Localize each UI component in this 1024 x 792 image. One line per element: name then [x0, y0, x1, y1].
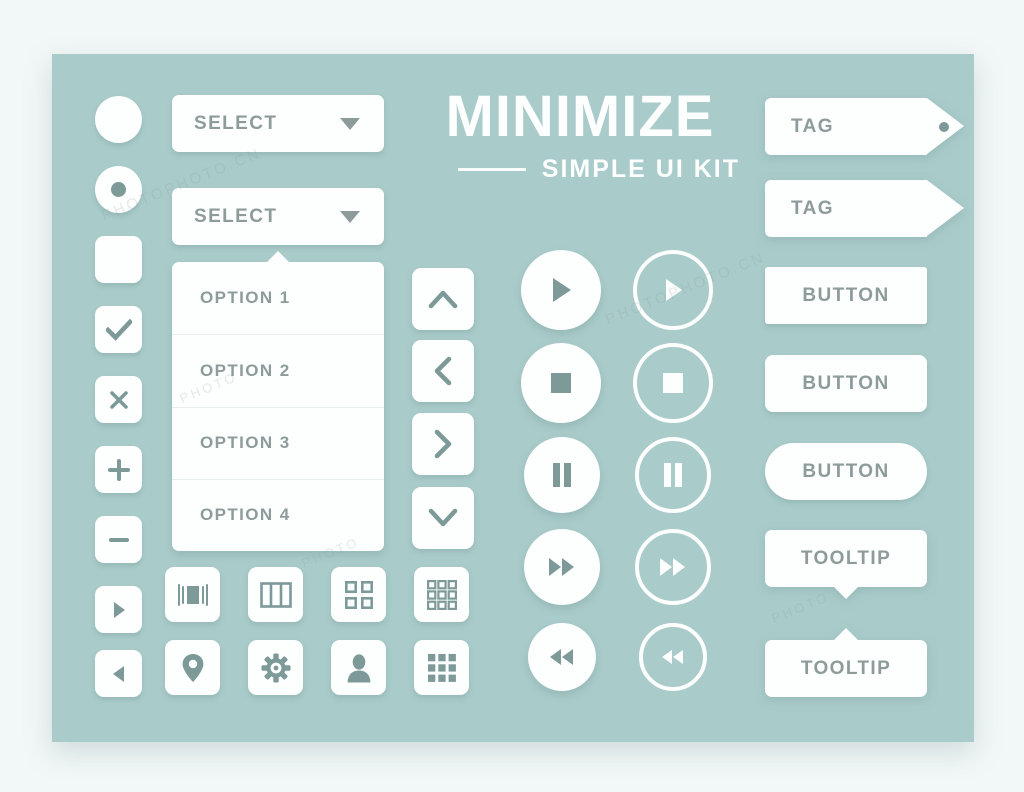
tag-label: TAG [791, 115, 834, 137]
play-icon [666, 279, 682, 301]
close-icon [109, 390, 128, 409]
chevron-left-icon [434, 356, 452, 386]
grid-2x2-icon [344, 580, 373, 609]
dropdown-pointer-icon [266, 251, 290, 263]
chevron-down-icon [340, 210, 360, 223]
chevron-left-button[interactable] [412, 340, 474, 402]
tag-hole-icon [939, 121, 949, 132]
apps-grid-icon [427, 653, 456, 682]
chevron-right-button[interactable] [412, 413, 474, 475]
tag-label: TAG [791, 197, 834, 219]
checkbox-checked[interactable] [95, 306, 142, 353]
select-label: SELECT [194, 112, 278, 134]
select-dropdown-1[interactable]: SELECT [172, 95, 384, 152]
rewind-outline-button[interactable] [639, 623, 707, 691]
select-dropdown-2[interactable]: SELECT [172, 188, 384, 245]
columns-icon [259, 581, 292, 608]
dropdown-option-1[interactable]: OPTION 1 [172, 262, 384, 334]
play-icon [553, 278, 571, 302]
stop-icon [551, 373, 571, 393]
tag-with-hole[interactable]: TAG [765, 98, 964, 155]
button-square[interactable]: BUTTON [765, 267, 927, 324]
apps-button[interactable] [414, 640, 469, 695]
chevron-right-icon [434, 429, 452, 459]
user-icon [347, 653, 370, 682]
plus-button[interactable] [95, 446, 142, 493]
chevron-down-icon [340, 117, 360, 130]
tooltip-tail-up-icon [833, 628, 859, 641]
grid-3x3-button[interactable] [414, 567, 469, 622]
columns-layout-button[interactable] [248, 567, 303, 622]
fast-forward-outline-button[interactable] [635, 529, 711, 605]
previous-button[interactable] [95, 650, 142, 697]
plus-icon [107, 458, 130, 481]
chevron-down-icon [428, 508, 458, 527]
fit-width-icon [177, 583, 208, 606]
checkbox-unchecked[interactable] [95, 236, 142, 283]
gear-icon [261, 653, 290, 682]
minus-button[interactable] [95, 516, 142, 563]
fast-forward-icon [549, 558, 574, 576]
dropdown-option-3[interactable]: OPTION 3 [172, 406, 384, 479]
tooltip-tail-down-icon [833, 586, 859, 599]
tooltip-label: TOOLTIP [800, 657, 892, 679]
page-title: MINIMIZE [445, 84, 715, 149]
button-pill[interactable]: BUTTON [765, 443, 927, 500]
dropdown-option-2[interactable]: OPTION 2 [172, 334, 384, 406]
radio-checked[interactable] [95, 166, 142, 213]
subtitle-block: SIMPLE UI KIT [420, 155, 740, 184]
rewind-icon [662, 650, 683, 664]
page-subtitle: SIMPLE UI KIT [541, 155, 740, 183]
fit-width-button[interactable] [165, 567, 220, 622]
pause-outline-button[interactable] [635, 437, 711, 513]
dropdown-option-4[interactable]: OPTION 4 [172, 478, 384, 551]
minus-icon [108, 537, 129, 542]
grid-3x3-icon [426, 579, 457, 610]
location-button[interactable] [165, 640, 220, 695]
button-rounded[interactable]: BUTTON [765, 355, 927, 412]
dropdown-options-panel: OPTION 1 OPTION 2 OPTION 3 OPTION 4 [172, 251, 384, 551]
settings-button[interactable] [248, 640, 303, 695]
profile-button[interactable] [331, 640, 386, 695]
chevron-down-button[interactable] [412, 487, 474, 549]
grid-2x2-button[interactable] [331, 567, 386, 622]
pause-icon [664, 463, 682, 487]
chevron-up-icon [428, 290, 458, 309]
fast-forward-icon [660, 558, 685, 576]
next-button[interactable] [95, 586, 142, 633]
select-label: SELECT [194, 205, 278, 227]
play-button[interactable] [521, 250, 601, 330]
rewind-button[interactable] [528, 623, 596, 691]
radio-unchecked[interactable] [95, 96, 142, 143]
stop-button[interactable] [521, 343, 601, 423]
tooltip-up[interactable]: TOOLTIP [765, 628, 927, 697]
ui-kit-stage: MINIMIZE SIMPLE UI KIT SELECT SELECT OPT… [0, 0, 1024, 792]
pause-icon [553, 463, 571, 487]
tag-plain[interactable]: TAG [765, 180, 964, 237]
play-outline-button[interactable] [633, 250, 713, 330]
triangle-right-icon [113, 601, 125, 618]
subtitle-rule [457, 168, 526, 171]
triangle-left-icon [112, 665, 124, 682]
close-button[interactable] [95, 376, 142, 423]
map-pin-icon [182, 653, 203, 682]
tooltip-down[interactable]: TOOLTIP [765, 530, 927, 599]
radio-filled-icon [111, 182, 126, 197]
rewind-icon [550, 649, 573, 665]
tooltip-label: TOOLTIP [800, 547, 892, 569]
fast-forward-button[interactable] [524, 529, 600, 605]
header-block: MINIMIZE [420, 88, 740, 146]
check-icon [105, 318, 132, 341]
stop-icon [663, 373, 683, 393]
tag-point-shape [927, 180, 964, 236]
stop-outline-button[interactable] [633, 343, 713, 423]
chevron-up-button[interactable] [412, 268, 474, 330]
pause-button[interactable] [524, 437, 600, 513]
